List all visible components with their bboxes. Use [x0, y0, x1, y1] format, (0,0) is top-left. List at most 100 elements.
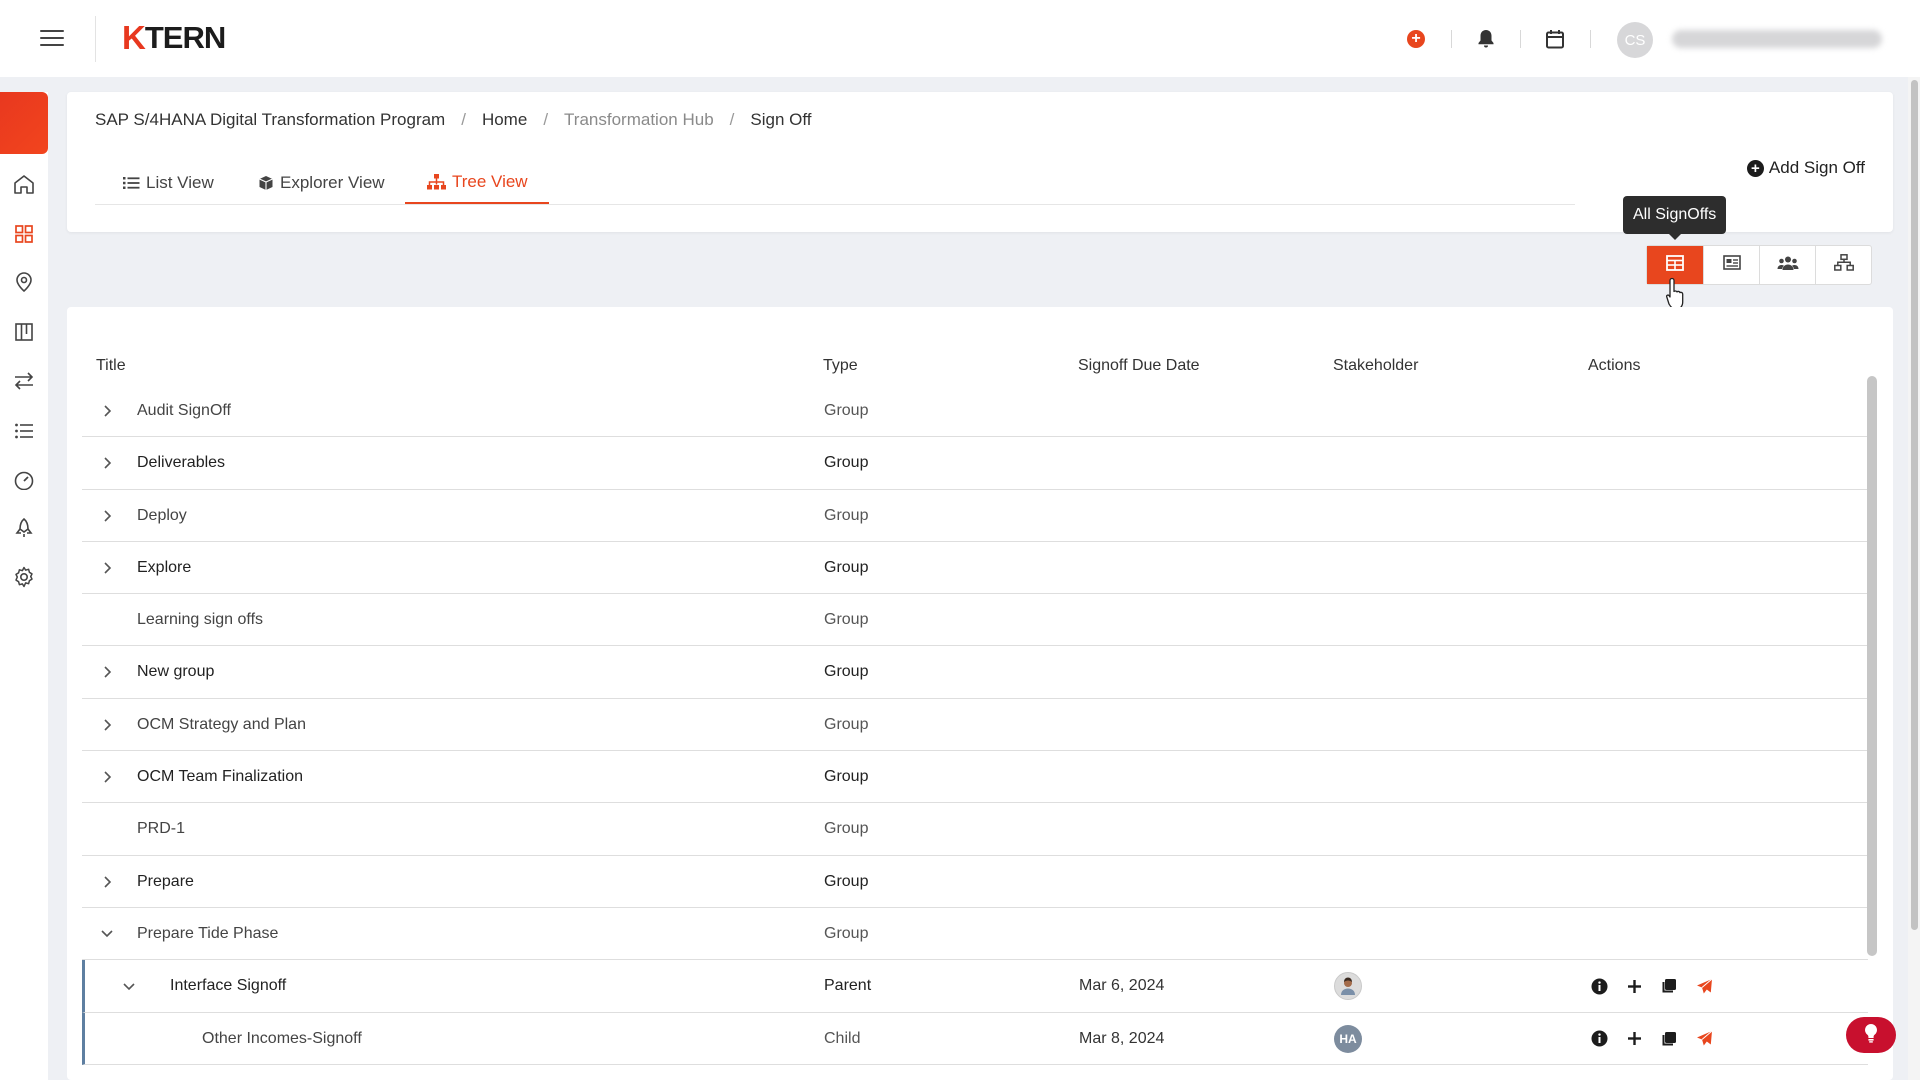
row-type: Group: [824, 820, 869, 838]
row-title: Deploy: [137, 506, 187, 524]
location-pin-icon[interactable]: [12, 270, 36, 294]
info-icon[interactable]: [1589, 976, 1609, 996]
stakeholder-view-button[interactable]: [1759, 246, 1815, 284]
table-row[interactable]: New group Group: [82, 646, 1868, 699]
chevron-down-icon[interactable]: [97, 908, 117, 960]
row-title: New group: [137, 663, 215, 681]
table-row[interactable]: Prepare Tide Phase Group: [82, 908, 1868, 961]
col-signoff-due-date[interactable]: Signoff Due Date: [1078, 357, 1200, 375]
row-title: Other Incomes-Signoff: [202, 1029, 362, 1047]
speedometer-icon[interactable]: [12, 468, 36, 492]
row-title: Prepare Tide Phase: [137, 924, 279, 942]
row-title: Deliverables: [137, 454, 226, 472]
chevron-right-icon[interactable]: [97, 699, 117, 751]
breadcrumb-transformation-hub[interactable]: Transformation Hub: [564, 110, 714, 130]
logo-k: K: [122, 19, 146, 56]
table-row[interactable]: Learning sign offs Group: [82, 594, 1868, 647]
send-icon[interactable]: [1694, 1029, 1714, 1049]
chevron-right-icon[interactable]: [97, 437, 117, 489]
chevron-down-icon[interactable]: [119, 960, 139, 1012]
calendar-icon[interactable]: [1544, 28, 1566, 50]
stakeholder-avatar[interactable]: HA: [1334, 1013, 1362, 1065]
stakeholder-initials: HA: [1334, 1024, 1362, 1053]
lightbulb-icon: [1863, 1023, 1879, 1048]
breadcrumb-program[interactable]: SAP S/4HANA Digital Transformation Progr…: [95, 110, 445, 130]
table-row[interactable]: OCM Team Finalization Group: [82, 751, 1868, 804]
tab-tree-view[interactable]: Tree View: [405, 162, 549, 204]
add-signoff-button[interactable]: + Add Sign Off: [1746, 158, 1865, 178]
row-type: Group: [824, 872, 869, 890]
add-circle-icon: +: [1746, 159, 1764, 177]
row-title: OCM Strategy and Plan: [137, 715, 306, 733]
card-view-button[interactable]: [1703, 246, 1759, 284]
header-separator: [1520, 30, 1521, 48]
chevron-right-icon[interactable]: [97, 542, 117, 594]
page-scrollbar[interactable]: [1911, 80, 1918, 930]
copy-icon[interactable]: [1659, 1029, 1679, 1049]
row-type: Group: [824, 402, 869, 419]
add-icon[interactable]: [1624, 976, 1644, 996]
row-title: Audit SignOff: [137, 402, 231, 419]
sidebar-active-indicator[interactable]: [0, 92, 48, 154]
user-name-redacted[interactable]: [1672, 30, 1882, 48]
cube-icon: [258, 175, 274, 191]
breadcrumb-separator: /: [729, 110, 735, 129]
list-icon: [123, 176, 140, 190]
table-row[interactable]: Deploy Group: [82, 490, 1868, 542]
row-title: Interface Signoff: [170, 977, 287, 995]
chevron-right-icon[interactable]: [97, 751, 117, 803]
dashboard-grid-icon[interactable]: [12, 222, 36, 246]
stakeholder-group-icon: [1777, 255, 1799, 276]
tooltip-all-signoffs: All SignOffs: [1623, 196, 1727, 240]
table-row[interactable]: Other Incomes-Signoff Child Mar 8, 2024 …: [82, 1012, 1868, 1065]
rocket-icon[interactable]: [12, 516, 36, 540]
chevron-right-icon[interactable]: [97, 646, 117, 698]
table-row[interactable]: Explore Group: [82, 542, 1868, 595]
home-icon[interactable]: [12, 172, 36, 196]
tab-list-view[interactable]: List View: [123, 162, 214, 204]
chevron-right-icon[interactable]: [97, 490, 117, 542]
col-stakeholder[interactable]: Stakeholder: [1333, 357, 1418, 375]
transfer-arrows-icon[interactable]: [12, 369, 36, 393]
lightbulb-help-button[interactable]: [1846, 1017, 1896, 1053]
bell-icon[interactable]: [1475, 28, 1497, 50]
table-row[interactable]: Audit SignOff Group: [82, 385, 1868, 438]
tab-explorer-view[interactable]: Explorer View: [258, 162, 385, 204]
breadcrumb-home[interactable]: Home: [482, 110, 527, 130]
avatar-photo-icon: [1334, 972, 1362, 1001]
hierarchy-view-button[interactable]: [1815, 246, 1871, 284]
col-type[interactable]: Type: [823, 357, 858, 375]
row-type: Group: [824, 611, 869, 629]
info-icon[interactable]: [1589, 1029, 1609, 1049]
table-row[interactable]: Prepare Group: [82, 856, 1868, 908]
stakeholder-avatar[interactable]: [1334, 960, 1362, 1012]
breadcrumb: SAP S/4HANA Digital Transformation Progr…: [95, 110, 812, 130]
row-due-date: Mar 8, 2024: [1079, 1029, 1165, 1047]
chevron-right-icon[interactable]: [97, 385, 117, 437]
ktern-logo[interactable]: K TERN: [122, 18, 226, 58]
settings-gear-icon[interactable]: [12, 565, 36, 589]
table-row[interactable]: Deliverables Group: [82, 437, 1868, 490]
send-icon[interactable]: [1694, 976, 1714, 996]
kanban-board-icon[interactable]: [12, 320, 36, 344]
row-title: Prepare: [137, 872, 194, 890]
sitemap-icon: [427, 174, 446, 190]
add-circle-icon[interactable]: +: [1405, 28, 1427, 50]
menu-icon[interactable]: [40, 26, 64, 48]
row-type: Parent: [824, 977, 872, 995]
hierarchy-icon: [1833, 254, 1854, 276]
list-icon[interactable]: [12, 419, 36, 443]
table-row[interactable]: Interface Signoff Parent Mar 6, 2024: [82, 960, 1868, 1013]
table-scrollbar[interactable]: [1867, 376, 1877, 956]
table-row[interactable]: OCM Strategy and Plan Group: [82, 699, 1868, 752]
table-row[interactable]: PRD-1 Group: [82, 803, 1868, 856]
tab-explorer-view-label: Explorer View: [280, 173, 385, 192]
breadcrumb-separator: /: [461, 110, 466, 129]
col-title[interactable]: Title: [96, 357, 126, 375]
user-avatar[interactable]: CS: [1617, 22, 1653, 58]
add-icon[interactable]: [1624, 1029, 1644, 1049]
chevron-right-icon[interactable]: [97, 856, 117, 908]
row-type: Group: [824, 506, 869, 524]
breadcrumb-separator: /: [543, 110, 549, 129]
copy-icon[interactable]: [1659, 976, 1679, 996]
